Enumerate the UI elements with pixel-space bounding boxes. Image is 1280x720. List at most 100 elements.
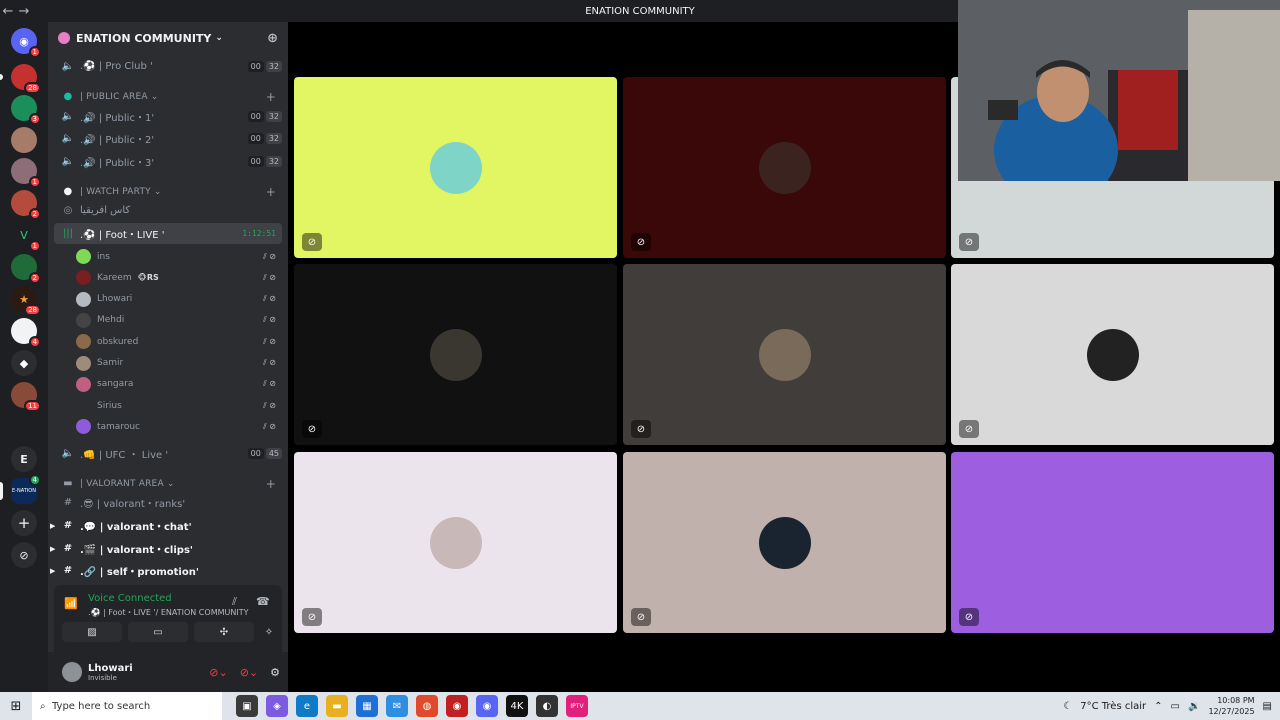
app-4k-icon[interactable]: 4K bbox=[506, 695, 528, 717]
muted-status-icon: ⫽ ⊘ bbox=[263, 358, 276, 367]
participant-tile[interactable]: ⊘ bbox=[951, 452, 1274, 633]
settings-gear-icon[interactable]: ⚙ bbox=[270, 666, 280, 679]
voice-user[interactable]: obskured ⫽ ⊘ bbox=[76, 331, 282, 352]
text-channel-unread[interactable]: ▶ # .💬 | valorant・chat' bbox=[50, 515, 282, 536]
mic-muted-icon[interactable]: ⊘⌄ bbox=[209, 666, 227, 679]
voice-status[interactable]: Voice Connected bbox=[88, 593, 172, 604]
text-channel-unread[interactable]: ▶ # .🎬 | valorant・clips' bbox=[50, 538, 282, 559]
unread-marker-icon: ▶ bbox=[50, 566, 56, 575]
server-icon[interactable] bbox=[11, 127, 37, 153]
server-icon[interactable]: 4 bbox=[11, 318, 41, 348]
avatar bbox=[76, 334, 91, 350]
add-channel-icon[interactable]: + bbox=[266, 90, 276, 104]
voice-channel[interactable]: 🔈 .🔊 | Public・2' 00 32 bbox=[54, 128, 282, 149]
task-view-icon[interactable]: ▣ bbox=[236, 695, 258, 717]
soundboard-button[interactable]: ✧ bbox=[260, 622, 278, 642]
activities-button[interactable]: ✣ bbox=[194, 622, 254, 642]
voice-user[interactable]: ins ⫽ ⊘ bbox=[76, 246, 282, 267]
server-icon[interactable]: 3 bbox=[11, 95, 41, 125]
text-channel-unread[interactable]: ▶ # .🔗 | self・promotion' bbox=[50, 560, 282, 581]
participant-tile[interactable]: ⊘ bbox=[294, 77, 617, 258]
text-channel[interactable]: # .😎 | valorant・ranks' bbox=[54, 492, 282, 513]
deafened-icon: ⊘ bbox=[631, 608, 651, 626]
mention-badge: 4 bbox=[28, 336, 41, 348]
outlook-icon[interactable]: ✉ bbox=[386, 695, 408, 717]
search-box[interactable]: ⌕ Type here to search bbox=[32, 692, 222, 720]
store-icon[interactable]: ▦ bbox=[356, 695, 378, 717]
network-icon[interactable]: ▭ bbox=[1171, 701, 1180, 712]
add-channel-icon[interactable]: + bbox=[266, 477, 276, 491]
server-icon[interactable]: 2 bbox=[11, 190, 41, 220]
muted-status-icon: ⫽ ⊘ bbox=[263, 400, 276, 410]
server-icon[interactable]: 1 bbox=[11, 158, 41, 188]
voice-user[interactable]: tamarouc ⫽ ⊘ bbox=[76, 416, 282, 437]
muted-status-icon: ⫽ ⊘ bbox=[263, 336, 276, 346]
signal-icon: 📶 bbox=[64, 597, 78, 610]
voice-user[interactable]: Mehdi ⫽ ⊘ bbox=[76, 310, 282, 331]
copilot-icon[interactable]: ◈ bbox=[266, 695, 288, 717]
voice-channel-active[interactable]: ||| .⚽ | Foot・LIVE ' 1:12:51 bbox=[54, 223, 282, 244]
voice-user[interactable]: Lhowari ⫽ ⊘ bbox=[76, 289, 282, 310]
voice-user[interactable]: Samir ⫽ ⊘ bbox=[76, 353, 282, 374]
file-explorer-icon[interactable]: ▬ bbox=[326, 695, 348, 717]
clock[interactable]: 10:08 PM 12/27/2025 bbox=[1208, 695, 1254, 717]
back-arrow-icon[interactable]: ← bbox=[0, 4, 16, 19]
server-letter-icon[interactable]: E bbox=[11, 446, 37, 472]
windows-start-icon[interactable]: ⊞ bbox=[0, 699, 32, 714]
voice-channel[interactable]: 🔈 .👊 | UFC ・ Live ' 00 45 bbox=[54, 443, 282, 464]
voice-user[interactable]: Sirius ⫽ ⊘ bbox=[76, 395, 282, 416]
forward-arrow-icon[interactable]: → bbox=[16, 4, 32, 19]
edge-icon[interactable]: e bbox=[296, 695, 318, 717]
camera-off-button[interactable]: ▨ bbox=[62, 622, 122, 642]
explore-icon[interactable]: ⊘ bbox=[11, 542, 37, 568]
disconnect-icon[interactable]: ☎ bbox=[256, 595, 270, 608]
chevron-up-icon[interactable]: ⌃ bbox=[1154, 701, 1162, 712]
category-public-area[interactable]: ● | PUBLIC AREA ⌄ + bbox=[54, 86, 282, 107]
server-icon[interactable]: ◆ bbox=[11, 350, 37, 376]
server-icon[interactable]: 28 bbox=[11, 64, 41, 94]
server-icon[interactable]: 11 bbox=[11, 382, 41, 412]
volume-icon[interactable]: 🔉 bbox=[1188, 701, 1200, 712]
server-icon[interactable]: ★ 28 bbox=[11, 286, 41, 316]
voice-channel[interactable]: 🔈 .🔊 | Public・1' 00 32 bbox=[54, 106, 282, 127]
enation-server-icon[interactable]: E-NATION 4 bbox=[11, 474, 41, 504]
category-valorant-area[interactable]: ▬ | VALORANT AREA ⌄ + bbox=[54, 473, 282, 494]
iptv-icon[interactable]: IPTV bbox=[566, 695, 588, 717]
obs-icon[interactable]: ◐ bbox=[536, 695, 558, 717]
avatar[interactable] bbox=[62, 662, 82, 682]
voice-channel[interactable]: 🔈 .🔊 | Public・3' 00 32 bbox=[54, 151, 282, 172]
screen-share-button[interactable]: ▭ bbox=[128, 622, 188, 642]
participant-tile[interactable]: ⊘ bbox=[623, 77, 946, 258]
stage-channel[interactable]: ◎ كاس افريقيا bbox=[54, 200, 282, 221]
voice-channel-name[interactable]: .⚽ | Foot・LIVE '/ ENATION COMMUNITY bbox=[88, 607, 248, 618]
voice-user-name: Samir bbox=[97, 358, 124, 368]
add-server-icon[interactable]: + bbox=[11, 510, 37, 536]
server-header[interactable]: ENATION COMMUNITY ⌄ ⊕ bbox=[48, 22, 288, 54]
participant-tile[interactable]: ⊘ bbox=[294, 452, 617, 633]
notification-icon[interactable]: ▤ bbox=[1263, 701, 1272, 712]
discord-home-icon[interactable]: ◉ 1 bbox=[11, 28, 41, 58]
participant-tile[interactable]: ⊘ bbox=[294, 264, 617, 445]
headphones-deafened-icon[interactable]: ⊘⌄ bbox=[240, 666, 258, 679]
voice-user[interactable]: Kareem 🐵RS ⫽ ⊘ bbox=[76, 267, 282, 288]
noise-suppression-icon[interactable]: ⫽ bbox=[232, 595, 237, 609]
participant-tile[interactable]: ⊘ bbox=[623, 264, 946, 445]
participant-tile[interactable]: ⊘ bbox=[951, 264, 1274, 445]
username[interactable]: Lhowari bbox=[88, 663, 133, 674]
category-watch-party[interactable]: ● | WATCH PARTY ⌄ + bbox=[54, 181, 282, 202]
user-status: Invisible bbox=[88, 673, 117, 682]
discord-taskbar-icon[interactable]: ◉ bbox=[476, 695, 498, 717]
invite-people-icon[interactable]: ⊕ bbox=[267, 31, 278, 46]
voice-user-name: sangara bbox=[97, 379, 134, 390]
voice-user[interactable]: sangara ⫽ ⊘ bbox=[76, 374, 282, 395]
voice-user-name: Mehdi bbox=[97, 315, 125, 326]
participant-tile[interactable]: ⊘ bbox=[623, 452, 946, 633]
voice-channel[interactable]: 🔈 .⚽ | Pro Club ' 00 32 bbox=[54, 56, 282, 77]
muted-status-icon: ⫽ ⊘ bbox=[263, 294, 276, 304]
chrome-icon[interactable]: ◍ bbox=[416, 695, 438, 717]
app-icon[interactable]: ◉ bbox=[446, 695, 468, 717]
weather-text[interactable]: 7°C Très clair bbox=[1080, 701, 1146, 712]
valorant-server-icon[interactable]: V1 bbox=[11, 222, 41, 252]
add-channel-icon[interactable]: + bbox=[266, 185, 276, 199]
server-icon[interactable]: 2 bbox=[11, 254, 41, 284]
